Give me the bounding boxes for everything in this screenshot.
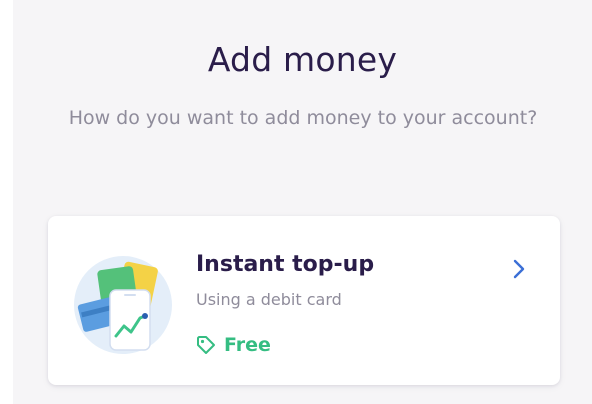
option-price: Free [196,334,271,356]
page-title: Add money [207,40,398,79]
tag-icon [196,335,216,355]
chevron-right-icon[interactable] [511,258,527,280]
page-subtitle: How do you want to add money to your acc… [68,107,538,129]
price-label: Free [224,334,271,356]
debit-cards-phone-illustration [74,256,172,354]
option-description: Using a debit card [196,290,342,309]
instant-top-up-option[interactable]: Instant top-up Using a debit card Free [48,216,560,385]
option-title: Instant top-up [196,252,375,277]
